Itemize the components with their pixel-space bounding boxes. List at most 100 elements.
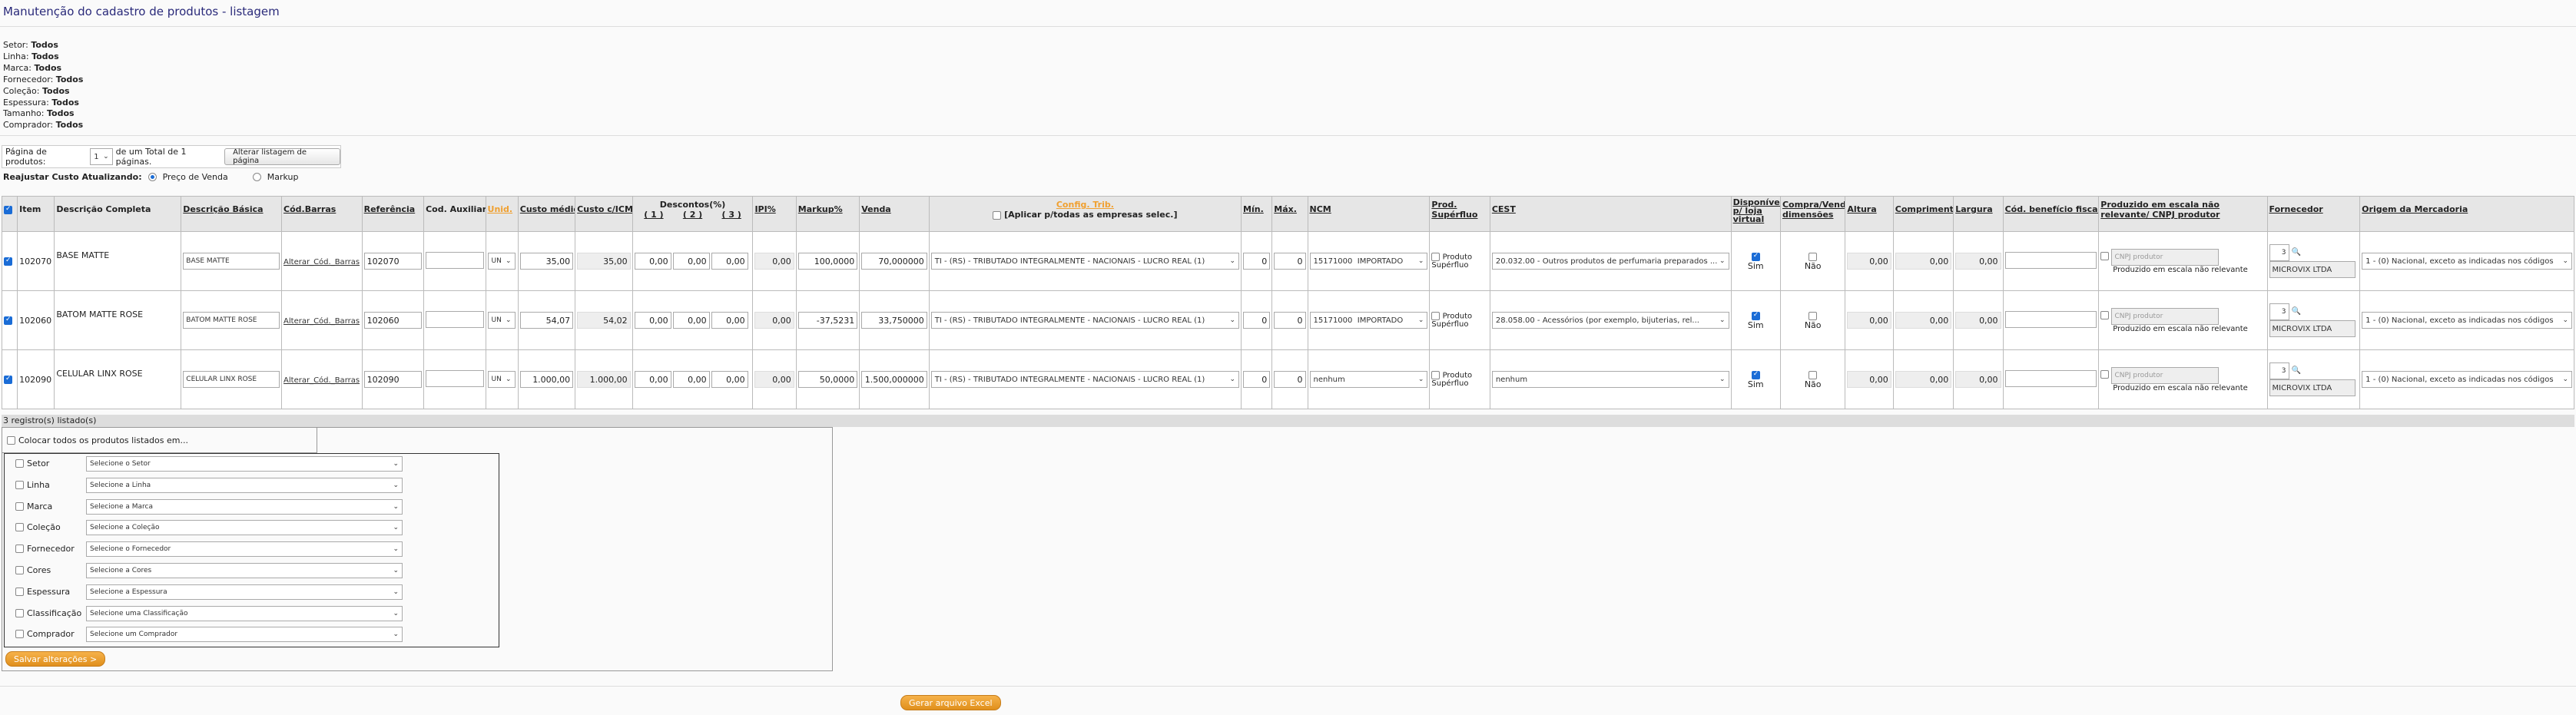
- origem-select[interactable]: 1 - (0) Nacional, exceto as indicadas no…: [2362, 312, 2572, 329]
- col-fornecedor[interactable]: Fornecedor: [2266, 196, 2361, 232]
- unid-select[interactable]: UN ⌄: [487, 371, 516, 388]
- disponivel-checkbox[interactable]: [1751, 252, 1760, 261]
- produto-superfluo-checkbox[interactable]: [1431, 252, 1441, 261]
- change-page-button[interactable]: Alterar listagem de página: [224, 148, 340, 165]
- search-icon[interactable]: 🔍: [2292, 366, 2301, 375]
- desconto3-input[interactable]: 0,00: [711, 312, 748, 329]
- alterar-cod-barras-link[interactable]: Alterar_Cód._Barras: [283, 258, 360, 266]
- row-checkbox[interactable]: [4, 375, 12, 384]
- row-checkbox-cell[interactable]: [1, 231, 18, 291]
- config-trib-link[interactable]: Config. Trib.: [931, 200, 1239, 210]
- col-custo-medio[interactable]: Custo médio: [517, 196, 576, 232]
- excel-button[interactable]: Gerar arquivo Excel: [900, 695, 1001, 710]
- fornecedor-code-input[interactable]: 3: [2269, 303, 2289, 320]
- desc-basica-input[interactable]: CELULAR LINX ROSE: [183, 371, 280, 388]
- bulk-field-checkbox[interactable]: [15, 501, 24, 511]
- min-input[interactable]: 0: [1243, 253, 1271, 270]
- bulk-field-checkbox[interactable]: [15, 545, 24, 554]
- col-escala[interactable]: Produzido em escala não relevante/ CNPJ …: [2098, 196, 2268, 232]
- desc-basica-input[interactable]: BASE MATTE: [183, 253, 280, 270]
- cest-select[interactable]: 20.032.00 - Outros produtos de perfumari…: [1491, 253, 1729, 270]
- col-cod-barras[interactable]: Cód.Barras: [281, 196, 363, 232]
- venda-input[interactable]: 33,750000: [861, 312, 927, 329]
- col-custo-icms[interactable]: Custo c/ICMS: [575, 196, 633, 232]
- produto-superfluo-checkbox[interactable]: [1431, 311, 1441, 320]
- fornecedor-code-input[interactable]: 3: [2269, 244, 2289, 261]
- desconto1-input[interactable]: 0,00: [634, 312, 671, 329]
- page-select[interactable]: 1 ⌄: [90, 148, 113, 165]
- bulk-field-checkbox[interactable]: [15, 523, 24, 532]
- select-all-checkbox[interactable]: [4, 205, 12, 214]
- colocar-todos-checkbox[interactable]: [7, 435, 15, 445]
- custo-medio-input[interactable]: 1.000,00: [519, 371, 574, 388]
- max-input[interactable]: 0: [1274, 253, 1306, 270]
- col-cod-beneficio[interactable]: Cód. benefício fiscal: [2002, 196, 2100, 232]
- bulk-field-select[interactable]: Selecione a Linha ⌄: [86, 477, 403, 493]
- compra-venda-checkbox[interactable]: [1809, 252, 1818, 261]
- ncm-select[interactable]: 15171000 IMPORTADO ⌄: [1309, 312, 1428, 329]
- ncm-select[interactable]: 15171000 IMPORTADO ⌄: [1309, 253, 1428, 270]
- col-desc-basica[interactable]: Descrição Básica: [181, 196, 283, 232]
- col-cest[interactable]: CEST: [1489, 196, 1732, 232]
- col-prod-superfluo[interactable]: Prod. Supérfluo: [1429, 196, 1490, 232]
- desconto2-input[interactable]: 0,00: [672, 371, 710, 388]
- markup-input[interactable]: 50,0000: [797, 371, 858, 388]
- bulk-field-select[interactable]: Selecione a Cores ⌄: [86, 563, 403, 578]
- venda-input[interactable]: 70,000000: [861, 253, 927, 270]
- desc-basica-input[interactable]: BATOM MATTE ROSE: [183, 312, 280, 329]
- search-icon[interactable]: 🔍: [2292, 307, 2301, 316]
- cod-auxiliar-input[interactable]: [426, 251, 484, 269]
- bulk-field-select[interactable]: Selecione um Comprador ⌄: [86, 627, 403, 643]
- desconto3-input[interactable]: 0,00: [711, 253, 748, 270]
- min-input[interactable]: 0: [1243, 371, 1271, 388]
- desconto1-input[interactable]: 0,00: [634, 253, 671, 270]
- col-desc1[interactable]: ( 1 ): [644, 210, 663, 220]
- col-desc2[interactable]: ( 2 ): [683, 210, 702, 220]
- produto-superfluo-checkbox[interactable]: [1431, 370, 1441, 379]
- origem-select[interactable]: 1 - (0) Nacional, exceto as indicadas no…: [2362, 371, 2572, 388]
- unid-select[interactable]: UN ⌄: [487, 312, 516, 329]
- venda-input[interactable]: 1.500,000000: [861, 371, 927, 388]
- config-trib-select[interactable]: TI - (RS) - TRIBUTADO INTEGRALMENTE - NA…: [930, 371, 1240, 388]
- cod-auxiliar-input[interactable]: [426, 369, 484, 387]
- cnpj-produtor-input[interactable]: CNPJ produtor: [2111, 366, 2220, 384]
- config-trib-select[interactable]: TI - (RS) - TRIBUTADO INTEGRALMENTE - NA…: [930, 312, 1240, 329]
- custo-medio-input[interactable]: 35,00: [519, 253, 574, 270]
- radio-markup[interactable]: [252, 173, 261, 181]
- origem-select[interactable]: 1 - (0) Nacional, exceto as indicadas no…: [2362, 253, 2572, 270]
- referencia-input[interactable]: 102060: [363, 312, 423, 329]
- compra-venda-checkbox[interactable]: [1809, 311, 1818, 320]
- custo-medio-input[interactable]: 54,07: [519, 312, 574, 329]
- bulk-field-checkbox[interactable]: [15, 630, 24, 639]
- col-ncm[interactable]: NCM: [1307, 196, 1431, 232]
- escala-checkbox[interactable]: [2100, 370, 2110, 379]
- save-changes-button[interactable]: Salvar alterações >: [5, 651, 106, 667]
- desconto2-input[interactable]: 0,00: [672, 253, 710, 270]
- max-input[interactable]: 0: [1274, 371, 1306, 388]
- fornecedor-code-input[interactable]: 3: [2269, 362, 2289, 379]
- col-disponivel[interactable]: Disponível p/ loja virtual: [1730, 196, 1781, 232]
- desconto1-input[interactable]: 0,00: [634, 371, 671, 388]
- row-checkbox-cell[interactable]: [1, 290, 18, 350]
- search-icon[interactable]: 🔍: [2292, 248, 2301, 257]
- row-checkbox-cell[interactable]: [1, 349, 18, 409]
- max-input[interactable]: 0: [1274, 312, 1306, 329]
- cest-select[interactable]: 28.058.00 - Acessórios (por exemplo, bij…: [1491, 312, 1729, 329]
- row-checkbox[interactable]: [4, 316, 12, 325]
- min-input[interactable]: 0: [1243, 312, 1271, 329]
- disponivel-checkbox[interactable]: [1751, 311, 1760, 320]
- bulk-field-checkbox[interactable]: [15, 480, 24, 489]
- referencia-input[interactable]: 102070: [363, 253, 423, 270]
- radio-preco-venda[interactable]: [148, 173, 157, 181]
- col-desc3[interactable]: ( 3 ): [721, 210, 741, 220]
- col-ipi[interactable]: IPI%: [752, 196, 797, 232]
- aplicar-todas-checkbox[interactable]: [993, 210, 1002, 220]
- col-compra-venda[interactable]: Compra/Venda dimensões: [1779, 196, 1846, 232]
- bulk-field-select[interactable]: Selecione a Marca ⌄: [86, 498, 403, 515]
- escala-checkbox[interactable]: [2100, 311, 2110, 319]
- bulk-field-select[interactable]: Selecione o Fornecedor ⌄: [86, 541, 403, 558]
- cod-auxiliar-input[interactable]: [426, 310, 484, 328]
- col-altura[interactable]: Altura: [1845, 196, 1894, 232]
- bulk-field-checkbox[interactable]: [15, 459, 24, 468]
- col-markup[interactable]: Markup%: [795, 196, 860, 232]
